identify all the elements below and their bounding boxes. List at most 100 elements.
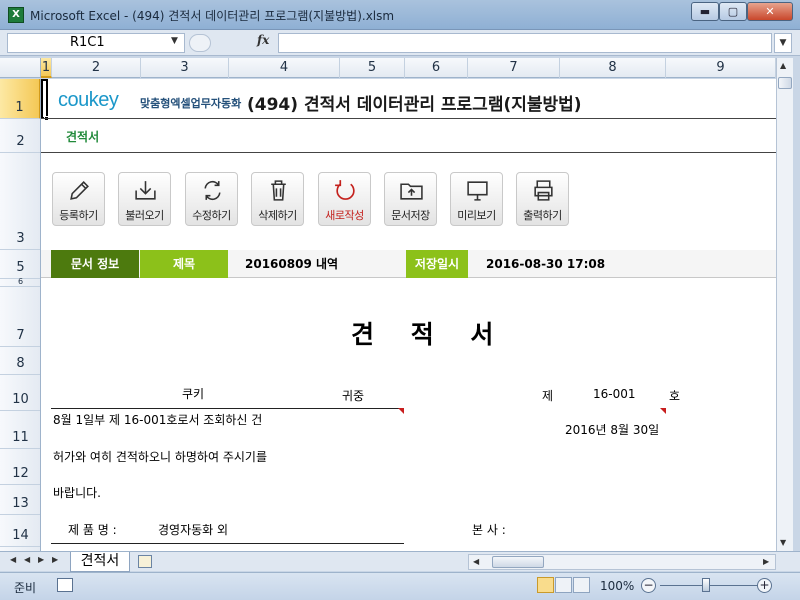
- scroll-up-icon[interactable]: ▲: [780, 61, 786, 70]
- expand-handle[interactable]: [189, 34, 211, 52]
- row-header-11[interactable]: 11: [0, 411, 40, 449]
- comment-indicator[interactable]: [660, 408, 666, 414]
- excel-app-icon[interactable]: X: [8, 7, 24, 23]
- quote-date[interactable]: 2016년 8월 30일: [565, 421, 659, 438]
- name-box[interactable]: R1C1: [7, 33, 185, 53]
- program-title: (494) 견적서 데이터관리 프로그램(지불방법): [247, 95, 582, 115]
- column-header-9[interactable]: 9: [666, 58, 776, 78]
- insert-function-icon[interactable]: fx: [257, 33, 269, 47]
- recipient-name[interactable]: 쿠키: [182, 385, 204, 402]
- logo-tagline: 맞춤형엑셀업무자동화: [140, 97, 242, 110]
- edit-button[interactable]: 수정하기: [185, 172, 238, 226]
- honorific: 귀중: [342, 389, 365, 403]
- inquiry-line[interactable]: 8월 1일부 제 16-001호로서 조회하신 건: [53, 411, 262, 428]
- insert-sheet-icon[interactable]: [138, 555, 152, 568]
- prev-sheet-icon[interactable]: ◀: [24, 555, 30, 564]
- scroll-down-icon[interactable]: ▼: [780, 538, 786, 547]
- sheet-tab[interactable]: 견적서: [70, 552, 130, 572]
- title-bar: X Microsoft Excel - (494) 견적서 데이터관리 프로그램…: [0, 0, 800, 30]
- zoom-out-button[interactable]: −: [641, 578, 656, 593]
- row-header: 1 2 3 5 6 7 8 10 11 12 13 14: [0, 79, 41, 551]
- close-button[interactable]: ✕: [747, 2, 793, 21]
- pencil-icon: [70, 181, 89, 200]
- row-header-3[interactable]: 3: [0, 153, 40, 250]
- folder-save-icon: [400, 183, 423, 200]
- zoom-slider-thumb[interactable]: [702, 578, 710, 592]
- sheet-tab-bar: ◀ ◀ ▶ ▶ 견적서 ◀ ▶: [0, 551, 800, 572]
- new-document-button[interactable]: 새로작성: [318, 172, 371, 226]
- new-document-label: 새로작성: [325, 209, 364, 222]
- scroll-right-icon[interactable]: ▶: [763, 557, 769, 566]
- scroll-left-icon[interactable]: ◀: [473, 557, 479, 566]
- row-header-5[interactable]: 5: [0, 250, 40, 279]
- column-header-2[interactable]: 2: [52, 58, 141, 78]
- maximize-button[interactable]: ▢: [719, 2, 747, 21]
- comment-indicator[interactable]: [398, 408, 404, 414]
- next-sheet-icon[interactable]: ▶: [38, 555, 44, 564]
- row-header-14[interactable]: 14: [0, 515, 40, 547]
- row-header-10[interactable]: 10: [0, 375, 40, 411]
- column-header-8[interactable]: 8: [560, 58, 666, 78]
- column-header-4[interactable]: 4: [229, 58, 340, 78]
- row-header-13[interactable]: 13: [0, 485, 40, 515]
- first-sheet-icon[interactable]: ◀: [10, 555, 16, 564]
- column-header-6[interactable]: 6: [405, 58, 468, 78]
- formula-tools: fx: [187, 33, 277, 53]
- zoom-in-button[interactable]: +: [757, 578, 772, 593]
- row-header-8[interactable]: 8: [0, 347, 40, 375]
- horizontal-scroll-thumb[interactable]: [492, 556, 544, 568]
- subject-value[interactable]: 20160809 내역: [245, 250, 338, 278]
- quote-number[interactable]: 16-001: [593, 387, 636, 401]
- chevron-down-icon[interactable]: ▼: [774, 33, 792, 53]
- vertical-scroll-thumb[interactable]: [778, 77, 792, 89]
- macro-record-icon[interactable]: [57, 578, 73, 592]
- request-line[interactable]: 허가와 여히 견적하오니 하명하여 주시기를: [53, 448, 267, 465]
- save-document-label: 문서저장: [391, 209, 430, 222]
- column-header-3[interactable]: 3: [141, 58, 229, 78]
- product-value[interactable]: 경영자동화 외: [158, 521, 228, 538]
- minimize-button[interactable]: ▬: [691, 2, 719, 21]
- status-ready: 준비: [14, 581, 37, 595]
- document-info-label: 문서 정보: [51, 250, 139, 278]
- print-button[interactable]: 출력하기: [516, 172, 569, 226]
- saved-at-label: 저장일시: [406, 250, 468, 278]
- row-header-6[interactable]: 6: [0, 277, 40, 287]
- page-layout-view-button[interactable]: [555, 577, 572, 593]
- column-header-1[interactable]: 1: [41, 58, 52, 78]
- zoom-level[interactable]: 100%: [600, 579, 634, 593]
- save-document-button[interactable]: 문서저장: [384, 172, 437, 226]
- page-break-view-button[interactable]: [573, 577, 590, 593]
- row-header-2[interactable]: 2: [0, 119, 40, 153]
- row-header-7[interactable]: 7: [0, 287, 40, 347]
- load-label: 불러오기: [125, 209, 164, 222]
- saved-at-value[interactable]: 2016-08-30 17:08: [486, 250, 605, 278]
- register-label: 등록하기: [59, 209, 98, 222]
- recipient-underline: [51, 408, 404, 409]
- formula-input[interactable]: [278, 33, 772, 53]
- preview-button[interactable]: 미리보기: [450, 172, 503, 226]
- selected-cell[interactable]: [41, 79, 48, 119]
- vertical-scrollbar[interactable]: ▲ ▼: [776, 58, 793, 551]
- document-title: 견 적 서: [351, 320, 508, 349]
- row-header-1[interactable]: 1: [0, 79, 40, 119]
- divider: [41, 118, 776, 119]
- worksheet-grid[interactable]: coukey 맞춤형엑셀업무자동화 (494) 견적서 데이터관리 프로그램(지…: [41, 79, 776, 551]
- normal-view-button[interactable]: [537, 577, 554, 593]
- select-all-corner[interactable]: [0, 58, 41, 78]
- column-header-7[interactable]: 7: [468, 58, 560, 78]
- column-header-5[interactable]: 5: [340, 58, 405, 78]
- status-bar: 준비 100% − +: [0, 572, 800, 600]
- download-icon: [135, 181, 156, 200]
- horizontal-scrollbar[interactable]: ◀ ▶: [468, 554, 776, 570]
- load-button[interactable]: 불러오기: [118, 172, 171, 226]
- head-office-label: 본 사 :: [472, 523, 506, 537]
- delete-button[interactable]: 삭제하기: [251, 172, 304, 226]
- refresh-icon: [204, 180, 221, 201]
- closing-line[interactable]: 바랍니다.: [53, 484, 101, 501]
- last-sheet-icon[interactable]: ▶: [52, 555, 58, 564]
- chevron-down-icon[interactable]: ▼: [171, 36, 178, 46]
- register-button[interactable]: 등록하기: [52, 172, 105, 226]
- product-label: 제 품 명 :: [68, 523, 117, 537]
- row-header-12[interactable]: 12: [0, 449, 40, 485]
- window-title: Microsoft Excel - (494) 견적서 데이터관리 프로그램(지…: [30, 9, 395, 23]
